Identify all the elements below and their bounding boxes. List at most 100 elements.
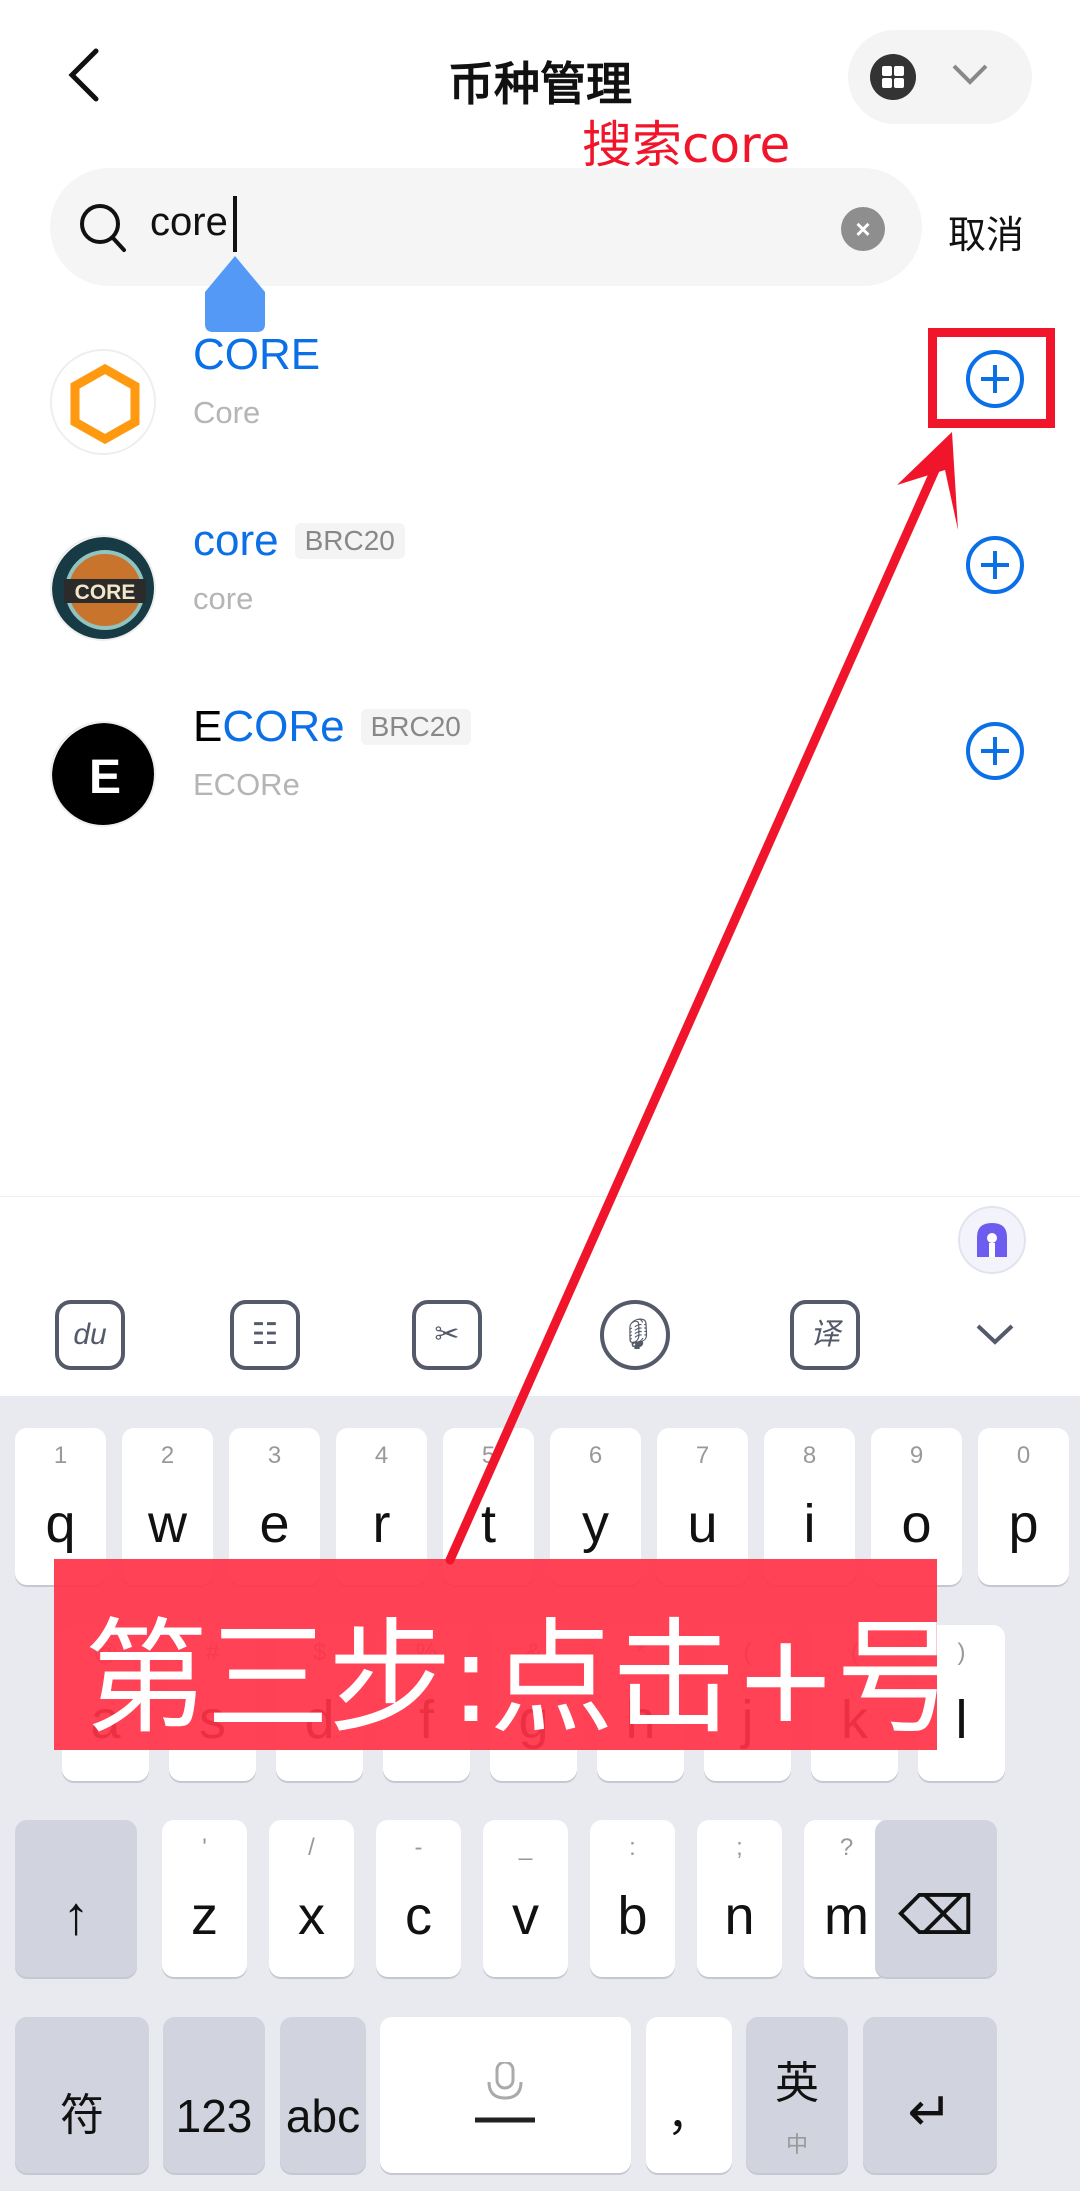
svg-text:E: E: [89, 751, 121, 804]
key-x[interactable]: / x: [269, 1820, 354, 1977]
symbols-key[interactable]: 符: [15, 2017, 149, 2173]
key-label: o: [901, 1494, 932, 1554]
key-hint: ': [202, 1834, 207, 1861]
abc-key[interactable]: abc: [280, 2017, 366, 2173]
key-label: y: [582, 1494, 609, 1554]
key-v[interactable]: _ v: [483, 1820, 568, 1977]
search-value[interactable]: core: [150, 200, 228, 245]
token-logo: CORE: [50, 535, 156, 641]
token-name-match: core: [193, 516, 279, 565]
annotation-highlight-box: [928, 328, 1055, 428]
key-hint: 2: [160, 1442, 175, 1469]
key-label: 123: [175, 2090, 253, 2142]
token-logo: [50, 349, 156, 455]
key-hint: 5: [481, 1442, 496, 1469]
chevron-down-icon: [952, 64, 988, 85]
key-hint: /: [308, 1834, 315, 1861]
comma-key[interactable]: ，: [646, 2017, 732, 2173]
add-token-button[interactable]: [965, 721, 1025, 781]
key-label: abc: [285, 2090, 361, 2142]
text-cursor: [233, 196, 237, 252]
du-bear-icon[interactable]: du: [55, 1300, 125, 1370]
token-row[interactable]: CORE core BRC20 core: [0, 511, 1080, 697]
key-hint: 3: [267, 1442, 282, 1469]
token-subtitle: ECORe: [193, 767, 300, 802]
key-hint: :: [629, 1834, 636, 1861]
clipboard-scissors-icon[interactable]: ✂: [412, 1300, 482, 1370]
language-switch-key[interactable]: 中英: [746, 2017, 848, 2173]
key-hint: 7: [695, 1442, 710, 1469]
chain-tag: BRC20: [294, 523, 405, 559]
token-name: CORE: [193, 330, 320, 380]
key-c[interactable]: -c: [376, 1820, 461, 1977]
key-label: ，: [667, 2091, 711, 2140]
key-p[interactable]: 0p: [978, 1428, 1069, 1585]
key-label: q: [45, 1494, 76, 1554]
key-label: 符: [60, 2091, 104, 2140]
key-label: ↑: [62, 1886, 90, 1946]
enter-key[interactable]: ↵: [863, 2017, 997, 2173]
key-label: ↵: [907, 2082, 953, 2142]
key-hint: 8: [802, 1442, 817, 1469]
key-label: z: [191, 1886, 218, 1946]
cancel-button[interactable]: 取消: [948, 204, 1024, 259]
microphone-icon: [475, 2062, 535, 2123]
microphone-icon[interactable]: 🎙: [600, 1300, 670, 1370]
collapse-chevron-icon[interactable]: [960, 1300, 1030, 1370]
plus-circle-icon: [965, 722, 1025, 785]
annotation-step-text: 第三步:点击+号: [84, 1607, 960, 1751]
token-subtitle: core: [193, 581, 254, 616]
key-hint: 9: [909, 1442, 924, 1469]
key-label: t: [480, 1494, 496, 1554]
translate-icon[interactable]: 译: [790, 1300, 860, 1370]
token-name-match: CORe: [222, 702, 345, 751]
key-label: r: [372, 1494, 391, 1554]
numbers-key[interactable]: 123: [163, 2017, 265, 2173]
key-label: i: [803, 1494, 816, 1554]
token-row[interactable]: CORE Core: [0, 325, 1080, 511]
keyboard-toolbar: [0, 1196, 1080, 1396]
key-label: e: [259, 1494, 290, 1554]
key-b[interactable]: :b: [590, 1820, 675, 1977]
key-label: p: [1008, 1494, 1039, 1554]
key-z[interactable]: ' z: [162, 1820, 247, 1977]
key-hint: ;: [736, 1834, 743, 1861]
backspace-key[interactable]: ⌫: [875, 1820, 997, 1977]
key-hint: _: [518, 1834, 533, 1861]
key-hint: 0: [1016, 1442, 1031, 1469]
annotation-step-banner: 第三步:点击+号: [54, 1559, 960, 1751]
keyboard-layout-icon[interactable]: ☷: [230, 1300, 300, 1370]
key-label: x: [298, 1886, 325, 1946]
key-hint: 1: [53, 1442, 68, 1469]
cursor-handle[interactable]: [205, 256, 265, 332]
key-label: 英: [775, 2059, 819, 2108]
key-n[interactable]: ; n: [697, 1820, 782, 1977]
key-label: c: [405, 1886, 432, 1946]
token-row[interactable]: E E CORe BRC20 ECORe: [0, 697, 1080, 883]
key-hint: 6: [588, 1442, 603, 1469]
key-hint: 4: [374, 1442, 389, 1469]
plus-circle-icon: [965, 536, 1025, 599]
key-label: u: [687, 1494, 718, 1554]
close-icon[interactable]: ×: [841, 207, 885, 251]
token-name: core BRC20: [193, 516, 405, 566]
key-label: n: [724, 1886, 755, 1946]
token-name-prefix: E: [193, 702, 223, 751]
add-token-button[interactable]: [965, 535, 1025, 595]
chain-tag: BRC20: [360, 709, 471, 745]
key-label: w: [148, 1494, 187, 1554]
key-hint: -: [414, 1834, 423, 1861]
token-name: E CORe BRC20: [193, 702, 471, 752]
token-subtitle: Core: [193, 395, 261, 430]
key-label: v: [512, 1886, 539, 1946]
grid-icon: [870, 54, 916, 100]
space-key[interactable]: [380, 2017, 631, 2173]
annotation-search-hint: 搜索core: [582, 116, 791, 174]
token-logo: E: [50, 721, 156, 827]
key-label: b: [617, 1886, 648, 1946]
key-hint: 中: [785, 2132, 808, 2157]
search-icon: [80, 204, 126, 252]
shift-key[interactable]: ↑: [15, 1820, 137, 1977]
token-name-match: CORE: [193, 330, 321, 379]
ai-assistant-icon[interactable]: [957, 1205, 1027, 1275]
